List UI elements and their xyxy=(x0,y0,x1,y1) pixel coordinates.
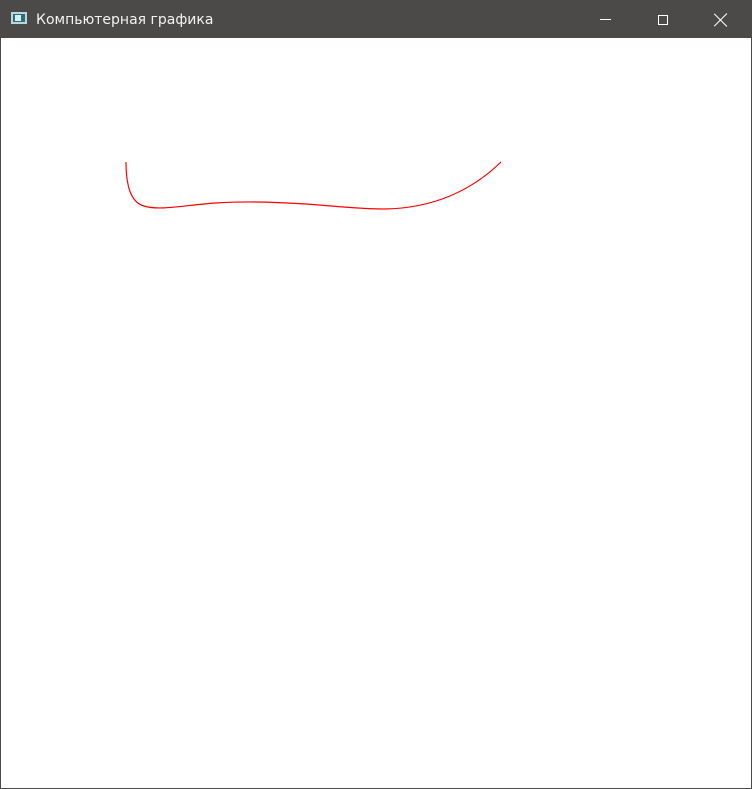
red-curve xyxy=(125,161,502,210)
title-bar[interactable]: Компьютерная графика xyxy=(1,1,751,38)
minimize-button[interactable] xyxy=(576,1,634,38)
close-icon xyxy=(714,13,728,27)
app-window: Компьютерная графика xyxy=(0,0,752,789)
maximize-button[interactable] xyxy=(634,1,692,38)
curve-svg xyxy=(125,161,502,210)
window-title: Компьютерная графика xyxy=(36,12,214,28)
drawing-canvas[interactable] xyxy=(1,38,751,788)
minimize-icon xyxy=(599,19,611,20)
close-button[interactable] xyxy=(692,1,750,38)
app-window-icon xyxy=(11,12,27,24)
maximize-icon xyxy=(658,14,668,25)
